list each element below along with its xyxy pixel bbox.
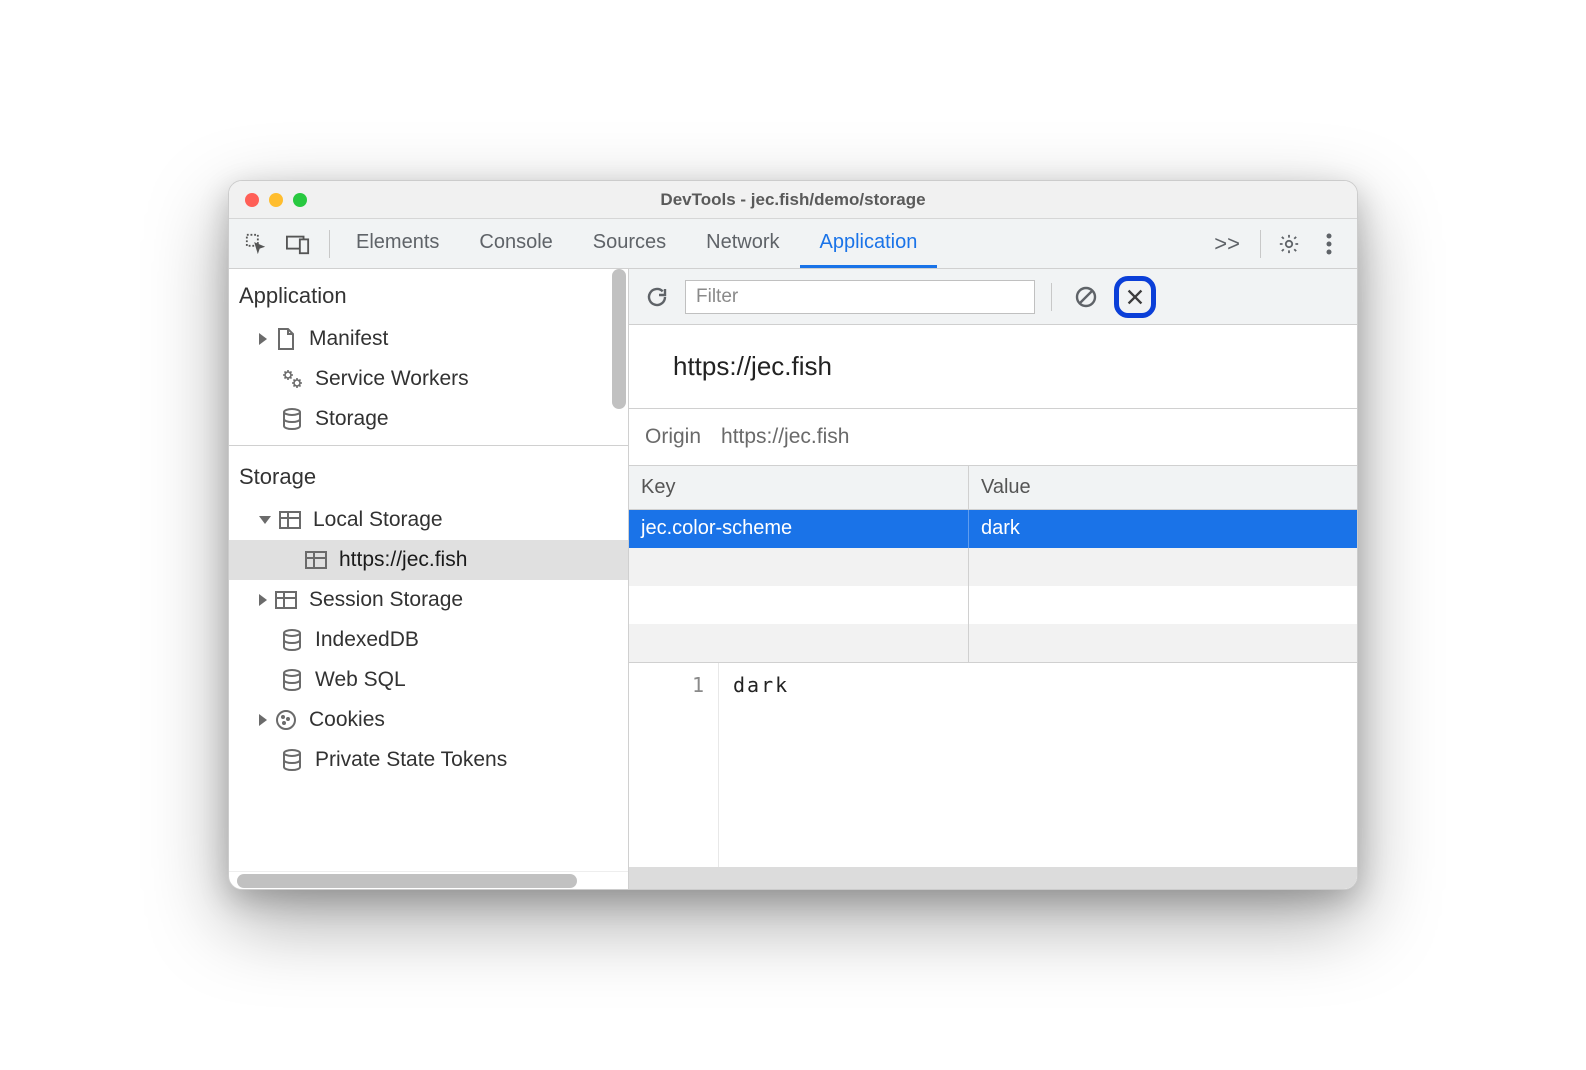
- kebab-menu-icon[interactable]: [1311, 226, 1347, 262]
- storage-origin-title: https://jec.fish: [629, 325, 1357, 409]
- cookie-icon: [273, 707, 299, 733]
- sidebar-item-label: Cookies: [309, 708, 385, 732]
- gears-icon: [279, 366, 305, 392]
- table-cell-key: jec.color-scheme: [629, 510, 969, 548]
- sidebar-item-label: Storage: [315, 407, 389, 431]
- table-header: Key Value: [629, 466, 1357, 510]
- separator: [329, 230, 330, 258]
- devtools-window: DevTools - jec.fish/demo/storage Element…: [228, 180, 1358, 890]
- sidebar-item-label: https://jec.fish: [339, 548, 467, 572]
- window-title: DevTools - jec.fish/demo/storage: [229, 190, 1357, 210]
- sidebar-section-storage: Storage: [229, 445, 628, 500]
- delete-icon[interactable]: [1120, 282, 1150, 312]
- sidebar-section-application: Application: [229, 269, 628, 319]
- column-header-key[interactable]: Key: [629, 466, 969, 509]
- origin-value: https://jec.fish: [721, 425, 849, 449]
- storage-table: Key Value jec.color-scheme dark: [629, 466, 1357, 663]
- sidebar-item-label: Session Storage: [309, 588, 463, 612]
- sidebar-item-local-storage[interactable]: Local Storage: [229, 500, 628, 540]
- device-toolbar-icon[interactable]: [281, 227, 315, 261]
- origin-label: Origin: [645, 425, 701, 449]
- minimize-window-button[interactable]: [269, 193, 283, 207]
- sidebar-scrollbar-vertical[interactable]: [610, 269, 628, 839]
- delete-selected-highlight: [1114, 276, 1156, 318]
- database-icon: [279, 667, 305, 693]
- storage-panel: https://jec.fish Origin https://jec.fish…: [629, 269, 1357, 889]
- file-icon: [273, 326, 299, 352]
- sidebar-item-websql[interactable]: Web SQL: [229, 660, 628, 700]
- sidebar-item-label: Private State Tokens: [315, 748, 507, 772]
- column-header-value[interactable]: Value: [969, 466, 1357, 509]
- value-preview: 1 dark: [629, 663, 1357, 867]
- scrollbar-thumb[interactable]: [612, 269, 626, 409]
- application-sidebar: Application Manifest: [229, 269, 629, 889]
- sidebar-item-service-workers[interactable]: Service Workers: [229, 359, 628, 399]
- sidebar-item-private-state-tokens[interactable]: Private State Tokens: [229, 740, 628, 780]
- chevron-down-icon: [259, 516, 271, 524]
- devtools-tabbar: Elements Console Sources Network Applica…: [229, 219, 1357, 269]
- sidebar-item-session-storage[interactable]: Session Storage: [229, 580, 628, 620]
- panel-body: Application Manifest: [229, 269, 1357, 889]
- chevron-right-icon: [259, 714, 267, 726]
- separator: [1051, 283, 1052, 311]
- database-icon: [279, 406, 305, 432]
- sidebar-item-indexeddb[interactable]: IndexedDB: [229, 620, 628, 660]
- table-row-empty[interactable]: [629, 624, 1357, 662]
- sidebar-item-label: Manifest: [309, 327, 388, 351]
- window-controls: [245, 193, 307, 207]
- scrollbar-thumb[interactable]: [237, 874, 577, 888]
- sidebar-item-label: Local Storage: [313, 508, 443, 532]
- table-icon: [273, 587, 299, 613]
- tab-console[interactable]: Console: [459, 219, 572, 268]
- database-icon: [279, 627, 305, 653]
- sidebar-item-label: Service Workers: [315, 367, 469, 391]
- filter-input[interactable]: [685, 280, 1035, 314]
- chevron-right-icon: [259, 333, 267, 345]
- table-row-empty[interactable]: [629, 548, 1357, 586]
- sidebar-item-local-storage-origin[interactable]: https://jec.fish: [229, 540, 628, 580]
- table-icon: [303, 547, 329, 573]
- storage-origin-row: Origin https://jec.fish: [629, 409, 1357, 466]
- settings-icon[interactable]: [1271, 226, 1307, 262]
- zoom-window-button[interactable]: [293, 193, 307, 207]
- titlebar: DevTools - jec.fish/demo/storage: [229, 181, 1357, 219]
- tab-sources[interactable]: Sources: [573, 219, 686, 268]
- tab-application[interactable]: Application: [800, 219, 938, 268]
- chevron-right-icon: [259, 594, 267, 606]
- refresh-icon[interactable]: [639, 279, 675, 315]
- preview-content[interactable]: dark: [719, 663, 1357, 867]
- tab-elements[interactable]: Elements: [336, 219, 459, 268]
- close-window-button[interactable]: [245, 193, 259, 207]
- tab-network[interactable]: Network: [686, 219, 799, 268]
- preview-line-number: 1: [629, 663, 719, 867]
- storage-toolbar: [629, 269, 1357, 325]
- table-icon: [277, 507, 303, 533]
- table-row[interactable]: jec.color-scheme dark: [629, 510, 1357, 548]
- clear-all-icon[interactable]: [1068, 279, 1104, 315]
- sidebar-item-label: Web SQL: [315, 668, 406, 692]
- sidebar-item-manifest[interactable]: Manifest: [229, 319, 628, 359]
- table-cell-value: dark: [969, 510, 1357, 548]
- sidebar-item-storage[interactable]: Storage: [229, 399, 628, 439]
- table-row-empty[interactable]: [629, 586, 1357, 624]
- footer-bar: [629, 867, 1357, 889]
- overflow-tabs-icon[interactable]: >>: [1204, 231, 1250, 257]
- database-icon: [279, 747, 305, 773]
- sidebar-item-label: IndexedDB: [315, 628, 419, 652]
- separator: [1260, 230, 1261, 258]
- inspect-element-icon[interactable]: [239, 227, 273, 261]
- sidebar-item-cookies[interactable]: Cookies: [229, 700, 628, 740]
- sidebar-scrollbar-horizontal[interactable]: [229, 871, 628, 889]
